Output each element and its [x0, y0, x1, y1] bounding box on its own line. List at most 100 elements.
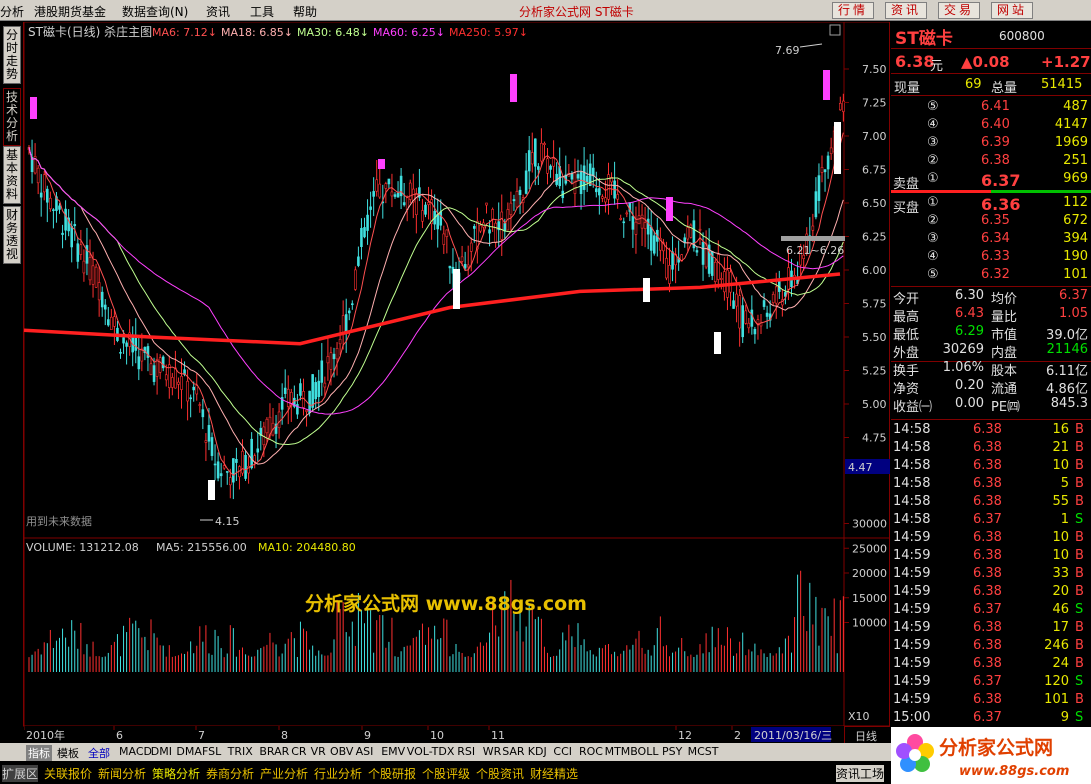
candle-body	[649, 226, 653, 251]
bottom-tab[interactable]: 行业分析	[314, 765, 362, 782]
indicator-tab[interactable]: SAR	[502, 745, 524, 758]
indicator-tab[interactable]: TRIX	[228, 745, 253, 758]
candle-body	[149, 363, 153, 376]
indicator-tab[interactable]: CCI	[553, 745, 572, 758]
bottom-tab[interactable]: 券商分析	[206, 765, 254, 782]
indicator-tab[interactable]: ASI	[356, 745, 374, 758]
candle-body	[762, 300, 766, 307]
candle-body	[591, 167, 595, 177]
indicator-tab[interactable]: MTM	[605, 745, 631, 758]
ask-volume: 4147	[1054, 117, 1088, 132]
stat-label: 内盘	[991, 346, 1018, 361]
indicator-tab[interactable]: OBV	[330, 745, 353, 758]
candle-body	[476, 221, 479, 250]
menu-news[interactable]: 资讯	[206, 3, 230, 20]
candle-body	[320, 360, 324, 383]
indicator-tab[interactable]: WR	[483, 745, 502, 758]
news-workshop-tab[interactable]: 资讯工场	[836, 765, 885, 782]
indicator-tab[interactable]: VOL-TDX	[407, 745, 455, 758]
tick-volume: 33	[1052, 566, 1069, 581]
bottom-tab[interactable]: 策略分析	[152, 765, 200, 782]
bottom-tab[interactable]: 新闻分析	[98, 765, 146, 782]
candle-body	[716, 254, 720, 280]
tick-time: 14:58	[893, 494, 931, 509]
indicator-tab[interactable]: CR	[291, 745, 306, 758]
candle-body	[774, 286, 778, 304]
website-button[interactable]: 网站	[991, 2, 1033, 19]
candle-body	[771, 294, 775, 303]
candle-body	[579, 171, 583, 195]
bottom-tab[interactable]: 个股评级	[422, 765, 470, 782]
kline-chart[interactable]: 7.50 7.25 7.00 6.75 6.50 6.25 6.00 5.75 5.50 5.25…	[0, 22, 890, 727]
candle-body	[357, 256, 360, 266]
candle-body	[448, 265, 452, 269]
candle-body	[113, 316, 116, 327]
bottom-tab[interactable]: 个股资讯	[476, 765, 524, 782]
candle-body	[213, 463, 217, 466]
indicator-tab[interactable]: DMA	[176, 745, 202, 758]
expand-toggle[interactable]	[0, 743, 24, 761]
candle-body	[402, 202, 406, 206]
candle-body	[668, 265, 671, 284]
candle-body	[829, 147, 833, 155]
bid-volume: 190	[1063, 249, 1088, 264]
candle-body	[347, 310, 351, 314]
indicator-tab[interactable]: BRAR	[259, 745, 289, 758]
date-tick: 8	[281, 729, 288, 742]
indicator-tab[interactable]: MCST	[688, 745, 719, 758]
date-tick: 9	[364, 729, 371, 742]
maximize-icon[interactable]	[829, 24, 841, 36]
candle-body	[354, 269, 357, 290]
volume-tick: 15000	[852, 592, 887, 605]
indicator-tab[interactable]: 指标	[26, 745, 52, 761]
indicator-tab[interactable]: KDJ	[528, 745, 547, 758]
candle-body	[174, 367, 177, 389]
indicator-tab[interactable]: PSY	[662, 745, 682, 758]
tick-side: B	[1075, 620, 1084, 635]
stat-label: 均价	[991, 292, 1018, 307]
indicator-tab[interactable]: VR	[311, 745, 326, 758]
indicator-tab[interactable]: MACD	[119, 745, 152, 758]
candle-body	[466, 264, 470, 268]
chart-title: ST磁卡(日线) 杀庄主图	[28, 24, 152, 39]
indicator-tab[interactable]: FSL	[202, 745, 221, 758]
bottom-tab[interactable]: 财经精选	[530, 765, 578, 782]
bid-price: 6.34	[981, 231, 1010, 246]
bottom-tab[interactable]: 产业分析	[260, 765, 308, 782]
menu-help[interactable]: 帮助	[293, 3, 317, 20]
indicator-tab[interactable]: ROC	[579, 745, 603, 758]
candle-body	[701, 241, 705, 265]
menu-data-query[interactable]: 数据查询(N)	[122, 3, 188, 20]
candle-body	[189, 397, 192, 400]
quote-button[interactable]: 行情	[832, 2, 874, 19]
indicator-tab[interactable]: 全部	[88, 745, 110, 761]
menu-analysis[interactable]: 分析	[0, 3, 24, 20]
candle-body	[460, 256, 464, 262]
price-unit: 元	[930, 59, 944, 74]
indicator-tab[interactable]: DMI	[151, 745, 172, 758]
indicator-tab[interactable]: EMV	[381, 745, 405, 758]
bottom-tab[interactable]: 个股研报	[368, 765, 416, 782]
brand-url: www.88gs.com	[959, 764, 1069, 779]
tick-volume: 17	[1052, 620, 1069, 635]
tick-price: 6.38	[973, 548, 1002, 563]
news-button[interactable]: 资讯	[885, 2, 927, 19]
bottom-tab[interactable]: 关联报价	[44, 765, 92, 782]
window-title: 分析家公式网 ST磁卡	[519, 5, 634, 19]
candle-body	[640, 214, 644, 229]
indicator-tab[interactable]: 模板	[57, 745, 79, 761]
candle-body	[527, 150, 531, 172]
bid-price: 6.35	[981, 213, 1010, 228]
indicator-tab[interactable]: BOLL	[630, 745, 658, 758]
bottom-tab[interactable]: 扩展区	[2, 765, 39, 782]
candle-body	[52, 209, 55, 211]
chart-area[interactable]: 7.50 7.25 7.00 6.75 6.50 6.25 6.00 5.75 5.50 5.25…	[0, 22, 890, 727]
indicator-tab[interactable]: RSI	[457, 745, 475, 758]
candle-body	[750, 309, 754, 327]
menu-tools[interactable]: 工具	[250, 3, 274, 20]
period-label[interactable]: 日线	[855, 728, 877, 744]
tick-time: 14:58	[893, 440, 931, 455]
menu-hk-futures[interactable]: 港股期货基金	[34, 3, 106, 20]
price-tick: 5.50	[862, 331, 887, 344]
trade-button[interactable]: 交易	[938, 2, 980, 19]
